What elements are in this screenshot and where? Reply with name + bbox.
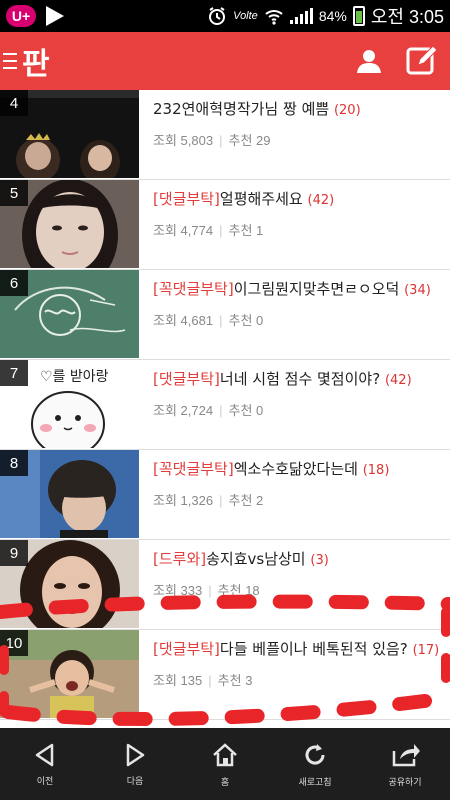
post-thumbnail[interactable]: ♡를 받아랑 7 bbox=[0, 360, 139, 448]
post-list: 4 232연애혁명작가님 짱 예쁨 (20) 조회 5,803 | 추천 29 5 … bbox=[0, 90, 450, 720]
post-meta: 조회 2,724 | 추천 0 bbox=[153, 403, 264, 418]
refresh-label: 새로고침 bbox=[298, 776, 332, 787]
clock: 오전 3:05 bbox=[370, 7, 444, 27]
app-header: 판 bbox=[0, 32, 450, 90]
forward-button[interactable]: 다음 bbox=[100, 742, 170, 787]
refresh-icon bbox=[305, 743, 325, 764]
post-meta: 조회 4,774 | 추천 1 bbox=[153, 223, 264, 238]
post-meta: 조회 135 | 추천 3 bbox=[153, 673, 253, 688]
play-store-icon bbox=[46, 6, 64, 26]
rank-badge: 6 bbox=[0, 270, 28, 296]
alarm-icon bbox=[209, 7, 226, 25]
thumbnail-caption: ♡를 받아랑 bbox=[40, 369, 109, 385]
home-label: 홈 bbox=[220, 776, 230, 787]
menu-icon[interactable] bbox=[0, 53, 20, 69]
post-title[interactable]: [댓글부탁]얼평해주세요 (42) bbox=[153, 188, 334, 212]
back-button[interactable]: 이전 bbox=[10, 742, 80, 787]
volte-indicator: Volte bbox=[233, 10, 258, 22]
list-item[interactable]: 4 232연애혁명작가님 짱 예쁨 (20) 조회 5,803 | 추천 29 bbox=[0, 90, 450, 180]
comment-count: (20) bbox=[333, 103, 361, 118]
home-icon bbox=[213, 742, 237, 766]
post-thumbnail[interactable]: 4 bbox=[0, 90, 139, 178]
list-item[interactable]: 10 [댓글부탁]다들 베플이나 베톡된적 있음? (17) 조회 135 | 추천… bbox=[0, 630, 450, 720]
home-button[interactable]: 홈 bbox=[190, 741, 260, 788]
post-meta: 조회 4,681 | 추천 0 bbox=[153, 313, 264, 328]
post-title[interactable]: [댓글부탁]너네 시험 점수 몇점이야? (42) bbox=[153, 368, 412, 392]
share-icon bbox=[392, 743, 420, 766]
comment-count: (42) bbox=[307, 193, 335, 208]
post-title[interactable]: [댓글부탁]다들 베플이나 베톡된적 있음? (17) bbox=[153, 638, 439, 662]
list-item[interactable]: 9 [드루와]송지효vs남상미 (3) 조회 333 | 추천 18 bbox=[0, 540, 450, 630]
rank-badge: 9 bbox=[0, 540, 28, 566]
post-meta: 조회 5,803 | 추천 29 bbox=[153, 133, 271, 148]
post-meta: 조회 1,326 | 추천 2 bbox=[153, 493, 264, 508]
battery-icon bbox=[352, 6, 365, 26]
wifi-icon bbox=[265, 10, 283, 25]
battery-percent: 84% bbox=[318, 8, 347, 24]
signal-icon bbox=[289, 8, 313, 24]
post-title[interactable]: [꼭댓글부탁]엑소수호닮았다는데 (18) bbox=[153, 458, 389, 482]
forward-label: 다음 bbox=[126, 775, 144, 786]
post-thumbnail[interactable]: 10 bbox=[0, 630, 139, 718]
share-button[interactable]: 공유하기 bbox=[370, 741, 440, 788]
post-title[interactable]: [드루와]송지효vs남상미 (3) bbox=[153, 548, 329, 572]
list-item[interactable]: 6 [꼭댓글부탁]이그림뭔지맞추면ㄹㅇ오덕 (34) 조회 4,681 | 추천 0 bbox=[0, 270, 450, 360]
list-item[interactable]: 5 [댓글부탁]얼평해주세요 (42) 조회 4,774 | 추천 1 bbox=[0, 180, 450, 270]
list-item[interactable]: 8 [꼭댓글부탁]엑소수호닮았다는데 (18) 조회 1,326 | 추천 2 bbox=[0, 450, 450, 540]
write-icon[interactable] bbox=[406, 45, 438, 77]
app-logo[interactable]: 판 bbox=[22, 39, 50, 83]
bottom-nav: 이전 다음 홈 새로고침 공유하기 bbox=[0, 728, 450, 800]
post-thumbnail[interactable]: 8 bbox=[0, 450, 139, 538]
post-title[interactable]: [꼭댓글부탁]이그림뭔지맞추면ㄹㅇ오덕 (34) bbox=[153, 278, 431, 302]
post-thumbnail[interactable]: 9 bbox=[0, 540, 139, 628]
comment-count: (34) bbox=[404, 283, 431, 298]
rank-badge: 4 bbox=[0, 90, 28, 116]
post-meta: 조회 333 | 추천 18 bbox=[153, 583, 260, 598]
rank-badge: 10 bbox=[0, 630, 28, 656]
back-arrow-icon bbox=[35, 743, 54, 766]
forward-arrow-icon bbox=[126, 743, 145, 766]
profile-icon[interactable] bbox=[356, 48, 382, 74]
status-bar: U+ Volte 84% 오전 3:05 bbox=[0, 0, 450, 32]
rank-badge: 8 bbox=[0, 450, 28, 476]
list-item[interactable]: ♡를 받아랑 7 [댓글부탁]너네 시험 점수 몇점이야? (42) 조회 2,… bbox=[0, 360, 450, 450]
rank-badge: 7 bbox=[0, 360, 28, 386]
post-thumbnail[interactable]: 5 bbox=[0, 180, 139, 268]
rank-badge: 5 bbox=[0, 180, 28, 206]
refresh-button[interactable]: 새로고침 bbox=[280, 741, 350, 788]
back-label: 이전 bbox=[36, 775, 54, 786]
comment-count: (18) bbox=[362, 463, 390, 478]
comment-count: (42) bbox=[384, 373, 412, 388]
comment-count: (17) bbox=[412, 643, 440, 658]
comment-count: (3) bbox=[310, 553, 329, 568]
carrier-logo: U+ bbox=[6, 5, 36, 27]
post-thumbnail[interactable]: 6 bbox=[0, 270, 139, 358]
post-title[interactable]: 232연애혁명작가님 짱 예쁨 (20) bbox=[153, 98, 361, 122]
share-label: 공유하기 bbox=[388, 776, 422, 787]
